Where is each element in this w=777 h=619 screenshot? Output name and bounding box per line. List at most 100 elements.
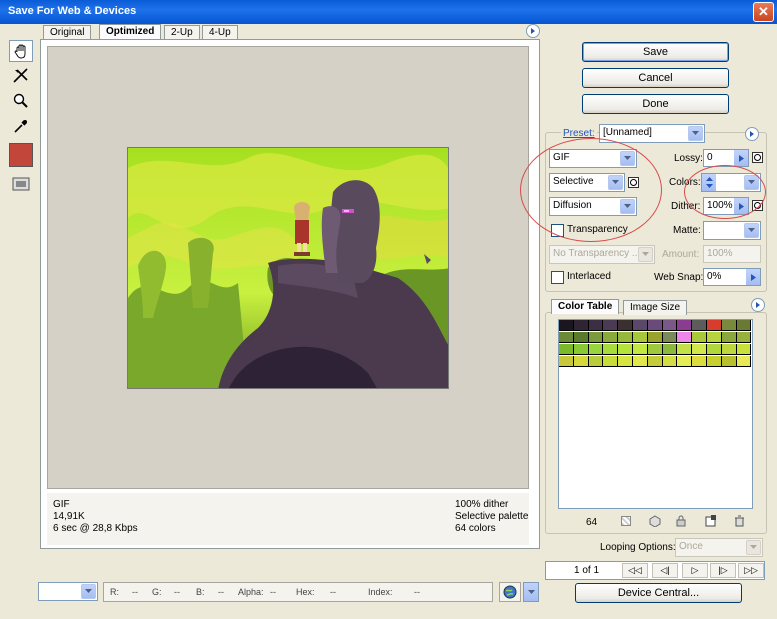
- color-swatch[interactable]: [647, 332, 663, 343]
- toggle-slices-icon[interactable]: [9, 173, 33, 195]
- color-swatch[interactable]: [603, 320, 619, 331]
- color-swatch[interactable]: [692, 320, 707, 331]
- lossy-value: 0: [707, 152, 713, 163]
- color-swatch[interactable]: [677, 320, 693, 331]
- color-swatch[interactable]: [559, 332, 574, 343]
- color-swatch[interactable]: [603, 332, 619, 343]
- interlaced-checkbox[interactable]: [551, 271, 564, 284]
- websnap-field[interactable]: 0%: [703, 268, 761, 286]
- preview-in-browser-icon[interactable]: [499, 582, 521, 602]
- zoom-tool-icon[interactable]: [9, 90, 33, 112]
- lossy-mask-icon[interactable]: [752, 152, 763, 163]
- color-table-grid[interactable]: [559, 320, 752, 370]
- tab-4-up[interactable]: 4-Up: [202, 25, 238, 40]
- color-swatch[interactable]: [559, 344, 574, 355]
- color-swatch[interactable]: [662, 344, 678, 355]
- color-table-menu-icon[interactable]: [751, 298, 765, 312]
- slice-select-tool-icon[interactable]: [9, 65, 33, 87]
- r-value: --: [132, 587, 138, 597]
- optimized-image-preview[interactable]: [127, 147, 449, 389]
- color-swatch[interactable]: [603, 356, 619, 367]
- color-swatch[interactable]: [692, 356, 707, 367]
- viewer-menu-icon[interactable]: [526, 24, 540, 38]
- color-swatch[interactable]: [707, 320, 722, 331]
- eyedropper-color-swatch[interactable]: [9, 143, 33, 167]
- looping-select[interactable]: Once: [675, 538, 763, 557]
- color-swatch[interactable]: [736, 356, 752, 367]
- hand-tool-icon[interactable]: [9, 40, 33, 62]
- color-swatch[interactable]: [588, 356, 604, 367]
- amount-field[interactable]: 100%: [703, 245, 761, 263]
- chevron-right-icon[interactable]: [734, 150, 748, 166]
- color-swatch[interactable]: [721, 332, 737, 343]
- color-swatch[interactable]: [707, 332, 722, 343]
- browser-menu-icon[interactable]: [523, 582, 539, 602]
- color-swatch[interactable]: [707, 344, 722, 355]
- color-swatch[interactable]: [662, 332, 678, 343]
- tab-2-up[interactable]: 2-Up: [164, 25, 200, 40]
- color-swatch[interactable]: [647, 320, 663, 331]
- done-button[interactable]: Done: [582, 94, 729, 114]
- optimize-menu-icon[interactable]: [745, 127, 759, 141]
- color-swatch[interactable]: [573, 320, 589, 331]
- color-swatch[interactable]: [559, 320, 574, 331]
- color-swatch[interactable]: [677, 344, 693, 355]
- chevron-down-icon: [746, 540, 761, 555]
- frame-counter: 1 of 1: [574, 565, 600, 576]
- cancel-button[interactable]: Cancel: [582, 68, 729, 88]
- save-button[interactable]: Save: [582, 42, 729, 62]
- color-swatch[interactable]: [559, 356, 574, 367]
- color-swatch[interactable]: [736, 344, 752, 355]
- color-swatch[interactable]: [618, 344, 633, 355]
- color-swatch[interactable]: [588, 344, 604, 355]
- color-swatch[interactable]: [677, 332, 693, 343]
- color-swatch[interactable]: [603, 344, 619, 355]
- lock-icon[interactable]: [675, 515, 687, 530]
- next-frame-icon[interactable]: |▷: [710, 563, 736, 578]
- color-swatch[interactable]: [633, 332, 648, 343]
- color-swatch[interactable]: [633, 320, 648, 331]
- transparency-dither-select[interactable]: No Transparency ...: [549, 245, 655, 264]
- color-swatch[interactable]: [736, 320, 752, 331]
- device-central-button[interactable]: Device Central...: [575, 583, 742, 603]
- color-swatch[interactable]: [633, 356, 648, 367]
- tab-color-table[interactable]: Color Table: [551, 299, 620, 314]
- web-shift-icon[interactable]: [649, 515, 661, 530]
- color-swatch[interactable]: [692, 344, 707, 355]
- color-swatch[interactable]: [618, 332, 633, 343]
- color-swatch[interactable]: [662, 320, 678, 331]
- color-swatch[interactable]: [707, 356, 722, 367]
- color-swatch[interactable]: [573, 344, 589, 355]
- previous-frame-icon[interactable]: ◁|: [652, 563, 678, 578]
- color-swatch[interactable]: [647, 356, 663, 367]
- play-icon[interactable]: ▷: [682, 563, 708, 578]
- color-swatch[interactable]: [677, 356, 693, 367]
- new-color-icon[interactable]: [705, 515, 717, 530]
- last-frame-icon[interactable]: ▷▷: [738, 563, 764, 578]
- color-swatch[interactable]: [721, 320, 737, 331]
- color-swatch[interactable]: [721, 356, 737, 367]
- color-swatch[interactable]: [618, 320, 633, 331]
- color-swatch[interactable]: [647, 344, 663, 355]
- tab-original[interactable]: Original: [43, 25, 92, 40]
- g-value: --: [174, 587, 180, 597]
- color-swatch[interactable]: [588, 332, 604, 343]
- color-swatch[interactable]: [573, 332, 589, 343]
- color-swatch[interactable]: [573, 356, 589, 367]
- color-swatch[interactable]: [633, 344, 648, 355]
- color-swatch[interactable]: [736, 332, 752, 343]
- color-swatch[interactable]: [692, 332, 707, 343]
- trash-icon[interactable]: [733, 515, 745, 530]
- map-to-transparent-icon[interactable]: [621, 516, 631, 526]
- color-swatch[interactable]: [588, 320, 604, 331]
- first-frame-icon[interactable]: ◁◁: [622, 563, 648, 578]
- color-swatch[interactable]: [721, 344, 737, 355]
- chevron-right-icon[interactable]: [746, 269, 760, 285]
- eyedropper-tool-icon[interactable]: [9, 115, 33, 137]
- tab-image-size[interactable]: Image Size: [623, 300, 688, 315]
- matte-select[interactable]: [703, 221, 761, 240]
- close-button[interactable]: ✕: [753, 2, 774, 22]
- color-swatch[interactable]: [618, 356, 633, 367]
- zoom-select[interactable]: [38, 582, 98, 601]
- color-swatch[interactable]: [662, 356, 678, 367]
